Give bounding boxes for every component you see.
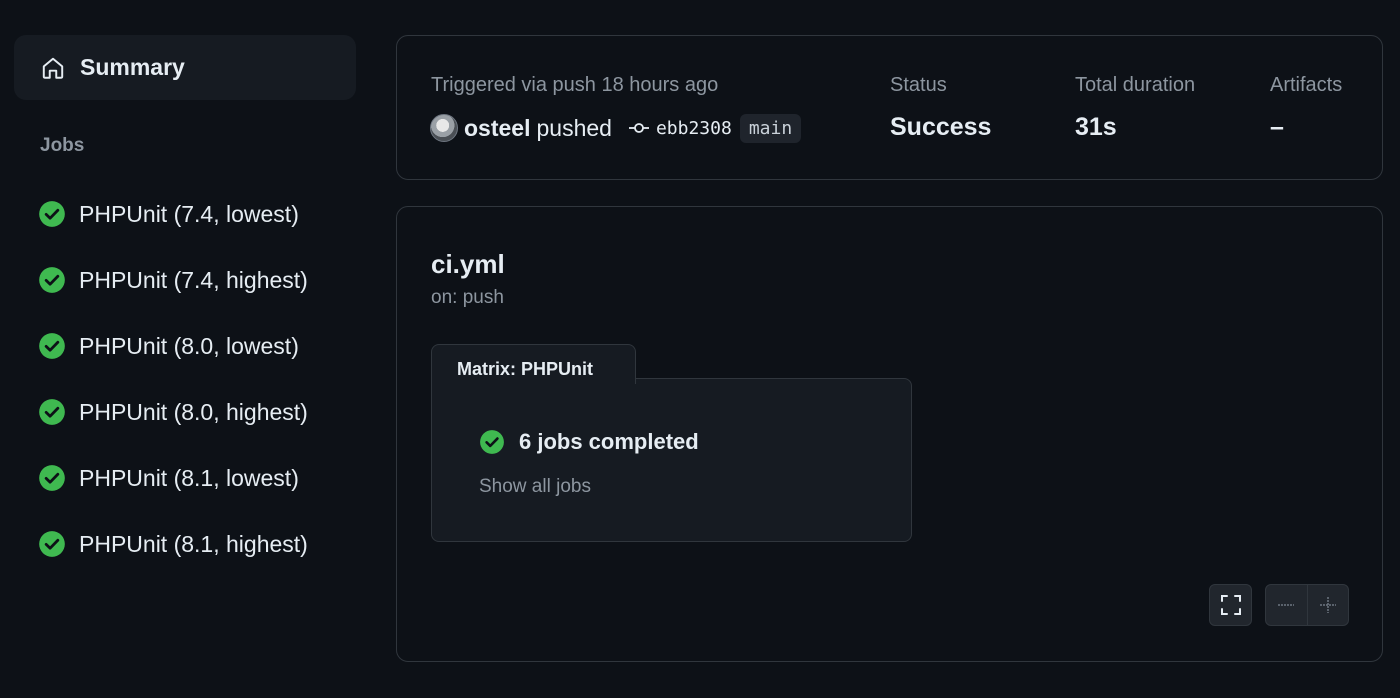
job-item[interactable]: PHPUnit (7.4, lowest) (0, 181, 370, 247)
job-item[interactable]: PHPUnit (8.1, lowest) (0, 445, 370, 511)
avatar[interactable] (430, 114, 458, 142)
commit-sha-link[interactable]: ebb2308 (656, 118, 732, 139)
artifacts-label: Artifacts (1270, 74, 1343, 96)
status-value: Success (890, 113, 992, 141)
action-text: pushed (536, 114, 612, 141)
check-circle-fill-icon (38, 266, 66, 294)
branch-badge[interactable]: main (739, 113, 802, 143)
show-all-jobs-link[interactable]: Show all jobs (479, 476, 591, 498)
nav-summary[interactable]: Summary (14, 35, 356, 100)
git-commit-icon (628, 120, 650, 136)
trigger-text: Triggered via push 18 hours ago (431, 74, 719, 96)
zoom-out-icon (1276, 595, 1296, 615)
workflow-file-title: ci.yml (431, 249, 505, 279)
duration-label: Total duration (1075, 74, 1196, 96)
zoom-in-icon (1318, 595, 1338, 615)
check-circle-fill-icon (38, 464, 66, 492)
duration-value: 31s (1075, 113, 1117, 141)
status-label: Status (890, 74, 947, 96)
actor-name-link[interactable]: osteel (464, 115, 530, 142)
job-item[interactable]: PHPUnit (8.1, highest) (0, 511, 370, 577)
status-stat: Status Success (890, 74, 991, 142)
home-icon (40, 55, 66, 81)
job-label: PHPUnit (7.4, lowest) (79, 200, 299, 227)
check-circle-fill-icon (38, 530, 66, 558)
matrix-tab-joint (432, 375, 635, 381)
jobs-heading: Jobs (40, 135, 85, 156)
job-label: PHPUnit (8.1, lowest) (79, 464, 299, 491)
job-list: PHPUnit (7.4, lowest) PHPUnit (7.4, high… (0, 181, 370, 577)
artifacts-value: – (1270, 113, 1284, 141)
workflow-trigger: on: push (431, 287, 504, 308)
workflow-graph-card: ci.yml on: push 6 jobs completed Show al… (396, 206, 1383, 662)
duration-stat: Total duration 31s (1075, 74, 1195, 142)
matrix-box[interactable]: 6 jobs completed Show all jobs (431, 378, 912, 542)
nav-summary-label: Summary (80, 54, 185, 80)
zoom-in-button[interactable] (1308, 585, 1349, 625)
fullscreen-icon (1219, 593, 1243, 617)
check-circle-fill-icon (38, 398, 66, 426)
check-circle-fill-icon (479, 429, 505, 455)
job-item[interactable]: PHPUnit (8.0, highest) (0, 379, 370, 445)
job-item[interactable]: PHPUnit (8.0, lowest) (0, 313, 370, 379)
job-label: PHPUnit (8.0, lowest) (79, 332, 299, 359)
artifacts-stat: Artifacts – (1270, 74, 1342, 142)
sidebar: Summary Jobs PHPUnit (7.4, lowest) PHPUn… (0, 0, 370, 698)
job-label: PHPUnit (7.4, highest) (79, 266, 308, 293)
matrix-status-text: 6 jobs completed (519, 429, 699, 454)
job-label: PHPUnit (8.0, highest) (79, 398, 308, 425)
check-circle-fill-icon (38, 332, 66, 360)
fullscreen-button[interactable] (1209, 584, 1252, 626)
run-summary-card: Triggered via push 18 hours ago osteel p… (396, 35, 1383, 180)
job-item[interactable]: PHPUnit (7.4, highest) (0, 247, 370, 313)
check-circle-fill-icon (38, 200, 66, 228)
actor-row: osteel pushed ebb2308 main (430, 112, 802, 144)
matrix-status: 6 jobs completed (479, 429, 699, 455)
zoom-out-button[interactable] (1266, 585, 1307, 625)
job-label: PHPUnit (8.1, highest) (79, 530, 308, 557)
zoom-controls (1265, 584, 1349, 626)
